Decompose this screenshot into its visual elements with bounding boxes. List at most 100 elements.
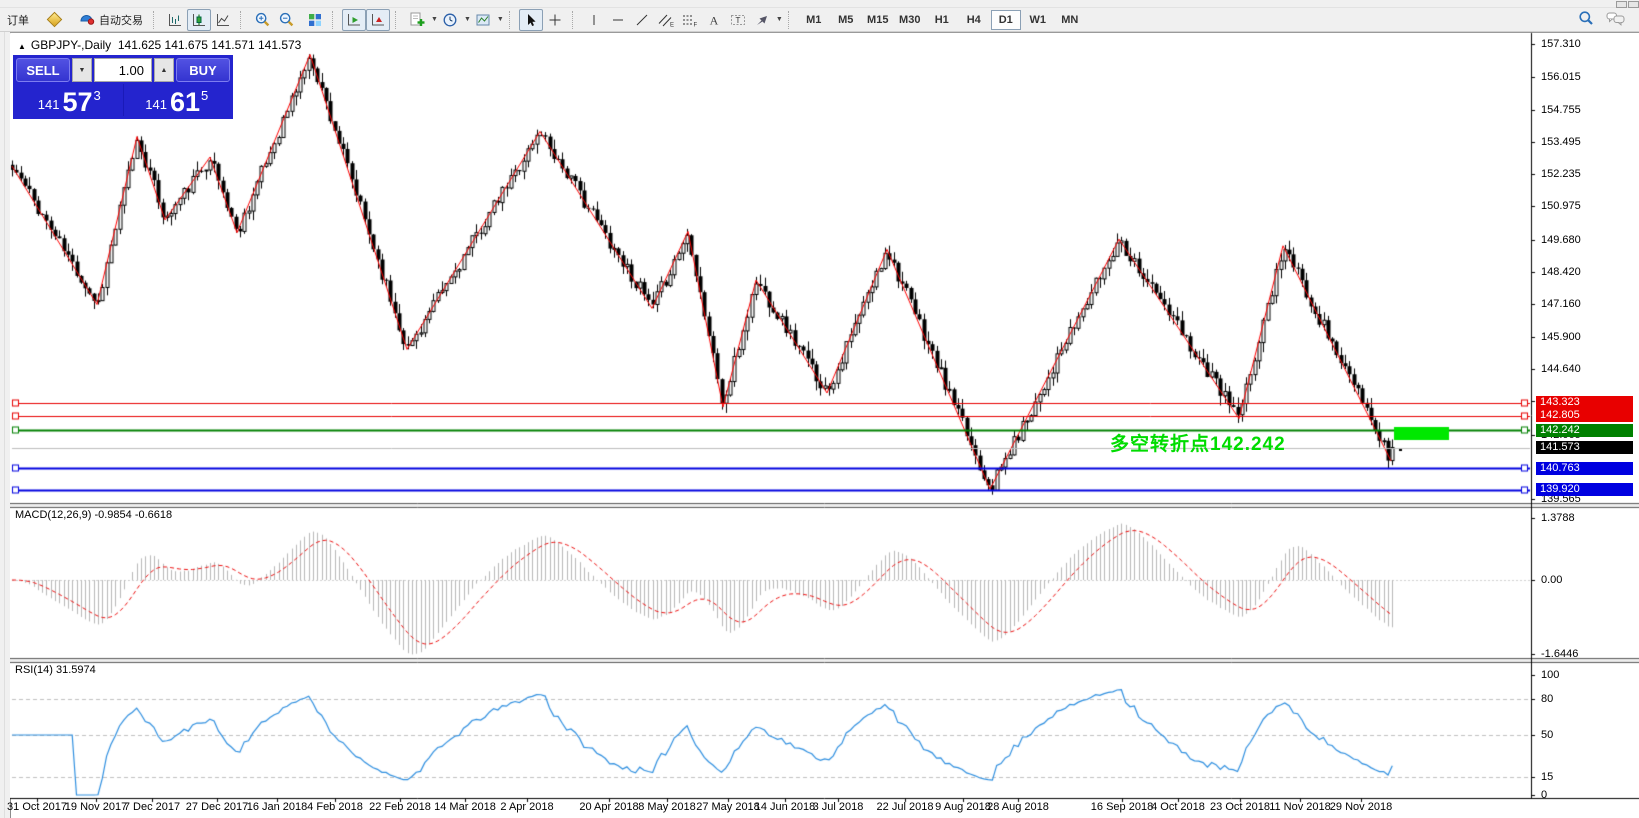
new-order-button[interactable]: 订单 (2, 10, 34, 30)
search-icon[interactable] (1578, 10, 1594, 29)
date-axis-label: 4 Feb 2018 (307, 801, 363, 813)
sell-price-display[interactable]: 141573 (16, 84, 123, 116)
buy-price-display[interactable]: 141615 (123, 84, 231, 116)
arrows-tool-button[interactable] (750, 9, 774, 31)
buy-button[interactable]: BUY (176, 58, 230, 82)
periods-dropdown-icon[interactable]: ▼ (464, 16, 471, 23)
price-axis-tick: 156.015 (1541, 71, 1581, 83)
hline-price-label: 140.763 (1536, 462, 1633, 475)
date-axis-label: 4 Oct 2018 (1151, 801, 1205, 813)
date-axis-label: 28 Aug 2018 (987, 801, 1049, 813)
hline-price-label: 142.242 (1536, 424, 1633, 437)
periods-button[interactable] (438, 9, 462, 31)
date-axis-label: 11 Nov 2018 (1269, 801, 1331, 813)
clock-icon (443, 13, 457, 27)
one-click-trading-panel: SELL ▼ 1.00 ▲ BUY 141573 141615 (13, 55, 233, 119)
timeframe-button-M30[interactable]: M30 (895, 10, 925, 30)
channel-tool-button[interactable]: E (654, 9, 678, 31)
timeframe-button-H1[interactable]: H1 (927, 10, 957, 30)
toolbar-right-group (1578, 10, 1637, 29)
chart-shift-button[interactable] (366, 9, 390, 31)
zoom-in-button[interactable] (250, 9, 274, 31)
date-axis-label: 2 Apr 2018 (500, 801, 553, 813)
macd-axis-tick: 0.00 (1541, 574, 1562, 586)
date-axis-label: 23 Oct 2018 (1210, 801, 1270, 813)
trendline-tool-button[interactable] (630, 9, 654, 31)
chat-icon[interactable] (1606, 11, 1625, 29)
bar-chart-button[interactable] (163, 9, 187, 31)
timeframe-button-MN[interactable]: MN (1055, 10, 1085, 30)
rsi-axis-tick: 50 (1541, 729, 1553, 741)
timeframe-button-W1[interactable]: W1 (1023, 10, 1053, 30)
turning-point-annotation: 多空转折点142.242 (1110, 429, 1286, 456)
main-toolbar: 订单 自动交易 ▼ ▼ ▼ E F A (0, 8, 1639, 32)
timeframe-button-M15[interactable]: M15 (863, 10, 893, 30)
toolbar-separator (395, 11, 402, 29)
window-restore-icon[interactable] (1616, 1, 1627, 8)
macd-indicator-label: MACD(12,26,9) -0.9854 -0.6618 (15, 509, 172, 521)
new-order-label: 订单 (7, 12, 29, 28)
price-chart-canvas[interactable] (10, 32, 1639, 818)
lot-decrease-button[interactable]: ▼ (72, 58, 92, 82)
toolbar-separator (509, 11, 516, 29)
cursor-icon (525, 13, 537, 27)
channel-icon: E (658, 13, 674, 27)
profiles-button[interactable] (42, 9, 66, 31)
cursor-button[interactable] (519, 9, 543, 31)
fibonacci-tool-button[interactable]: F (678, 9, 702, 31)
sell-price-pip: 3 (94, 88, 101, 103)
auto-scroll-button[interactable] (342, 9, 366, 31)
date-axis-label: 27 Dec 2017 (186, 801, 248, 813)
toolbar-separator (788, 11, 795, 29)
horizontal-line-tool-button[interactable] (606, 9, 630, 31)
price-axis-tick: 157.310 (1541, 38, 1581, 50)
autotrading-icon (79, 12, 95, 28)
zoom-out-button[interactable] (274, 9, 298, 31)
vertical-line-tool-button[interactable] (582, 9, 606, 31)
chart-title: GBPJPY-,Daily (31, 38, 111, 52)
window-close-icon[interactable] (1628, 1, 1639, 8)
line-chart-icon (216, 13, 230, 27)
autotrading-button[interactable]: 自动交易 (74, 10, 148, 30)
text-icon: A (707, 13, 721, 27)
price-axis-tick: 144.640 (1541, 363, 1581, 375)
sell-button[interactable]: SELL (16, 58, 70, 82)
indicators-button[interactable] (405, 9, 429, 31)
timeframe-button-M5[interactable]: M5 (831, 10, 861, 30)
timeframe-button-H4[interactable]: H4 (959, 10, 989, 30)
profiles-icon (46, 12, 62, 28)
date-axis-label: 3 Jul 2018 (813, 801, 864, 813)
price-axis-tick: 153.495 (1541, 136, 1581, 148)
hline-price-label: 139.920 (1536, 483, 1633, 496)
date-axis-label: 14 Jun 2018 (755, 801, 816, 813)
templates-button[interactable] (471, 9, 495, 31)
lot-increase-button[interactable]: ▲ (154, 58, 174, 82)
tile-windows-icon (308, 13, 322, 27)
label-tool-button[interactable]: T (726, 9, 750, 31)
timeframe-button-M1[interactable]: M1 (799, 10, 829, 30)
sell-price-prefix: 141 (38, 97, 60, 112)
toolbar-separator (153, 11, 160, 29)
rsi-axis-tick: 100 (1541, 669, 1559, 681)
date-axis-label: 22 Feb 2018 (369, 801, 431, 813)
arrows-dropdown-icon[interactable]: ▼ (776, 16, 783, 23)
price-axis-tick: 150.975 (1541, 200, 1581, 212)
date-axis-label: 9 Aug 2018 (935, 801, 991, 813)
lot-size-input[interactable]: 1.00 (94, 58, 152, 82)
date-axis-label: 31 Oct 2017 (7, 801, 67, 813)
crosshair-button[interactable] (543, 9, 567, 31)
buy-price-pip: 5 (201, 88, 208, 103)
timeframe-button-D1[interactable]: D1 (991, 10, 1021, 30)
tile-windows-button[interactable] (303, 9, 327, 31)
templates-dropdown-icon[interactable]: ▼ (497, 16, 504, 23)
current-price-label: 141.573 (1536, 441, 1633, 454)
text-tool-button[interactable]: A (702, 9, 726, 31)
toolbar-separator (240, 11, 247, 29)
candlestick-chart-button[interactable] (187, 9, 211, 31)
price-axis-tick: 152.235 (1541, 168, 1581, 180)
collapse-panel-icon[interactable]: ▲ (18, 42, 26, 51)
line-chart-button[interactable] (211, 9, 235, 31)
rsi-axis-tick: 0 (1541, 789, 1547, 801)
indicators-dropdown-icon[interactable]: ▼ (431, 16, 438, 23)
date-axis-label: 29 Nov 2018 (1330, 801, 1392, 813)
